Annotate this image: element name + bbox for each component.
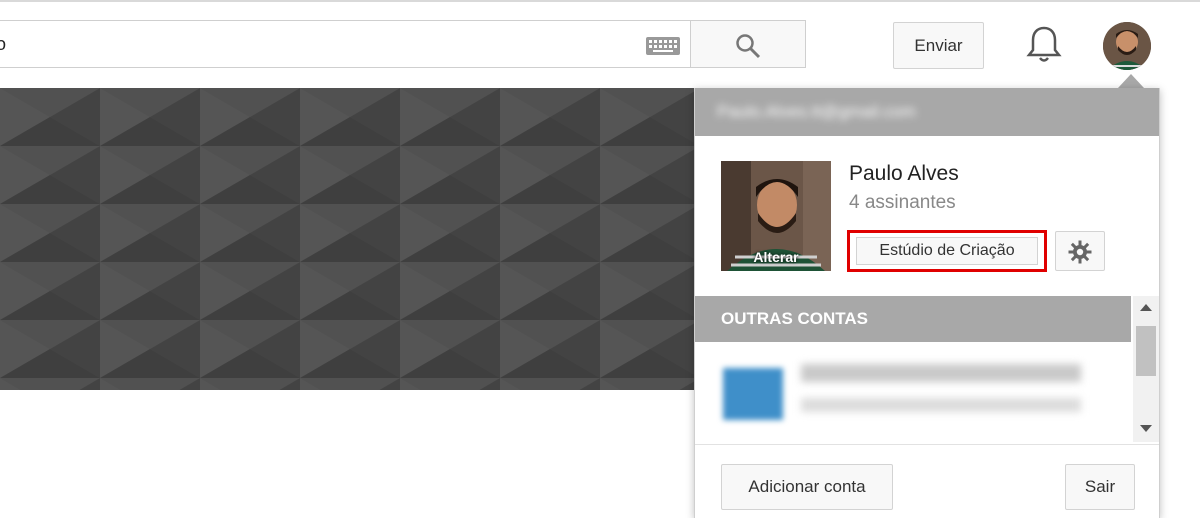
other-account-avatar [723,368,783,420]
upload-button[interactable]: Enviar [893,22,984,69]
gear-icon [1068,240,1092,264]
other-accounts-header: OUTRAS CONTAS [695,296,1131,342]
sign-out-button[interactable]: Sair [1065,464,1135,510]
masthead: o Enviar [0,2,1200,88]
other-account-item[interactable] [713,346,1087,428]
subscriber-count: 4 assinantes [849,192,956,213]
account-menu: Paulo.Alves.tt@gmail.com Alterar Paulo A… [694,88,1160,518]
search-button[interactable] [690,20,806,68]
search-input[interactable]: o [0,20,691,68]
banner-pattern [0,88,694,390]
keyboard-icon[interactable] [646,37,680,55]
accounts-scrollbar[interactable] [1133,296,1159,442]
notifications-bell-icon[interactable] [1026,24,1062,64]
user-name: Paulo Alves [849,162,959,185]
account-email: Paulo.Alves.tt@gmail.com [717,102,916,121]
profile-photo[interactable]: Alterar [721,161,831,271]
other-account-detail [801,398,1081,412]
creator-studio-label: Estúdio de Criação [856,237,1038,265]
change-photo-label: Alterar [753,249,799,265]
scroll-down-icon[interactable] [1140,425,1152,432]
account-email-bar: Paulo.Alves.tt@gmail.com [695,88,1159,136]
scroll-thumb[interactable] [1136,326,1156,376]
avatar[interactable] [1103,22,1151,70]
menu-caret [1118,74,1144,88]
search-input-value: o [0,34,7,54]
settings-button[interactable] [1055,231,1105,271]
search-icon [736,34,761,59]
add-account-button[interactable]: Adicionar conta [721,464,893,510]
avatar-photo [1103,22,1151,70]
divider [695,444,1159,445]
channel-banner [0,88,694,390]
other-account-email [801,364,1081,382]
scroll-up-icon[interactable] [1140,304,1152,311]
creator-studio-button[interactable]: Estúdio de Criação [847,230,1047,272]
